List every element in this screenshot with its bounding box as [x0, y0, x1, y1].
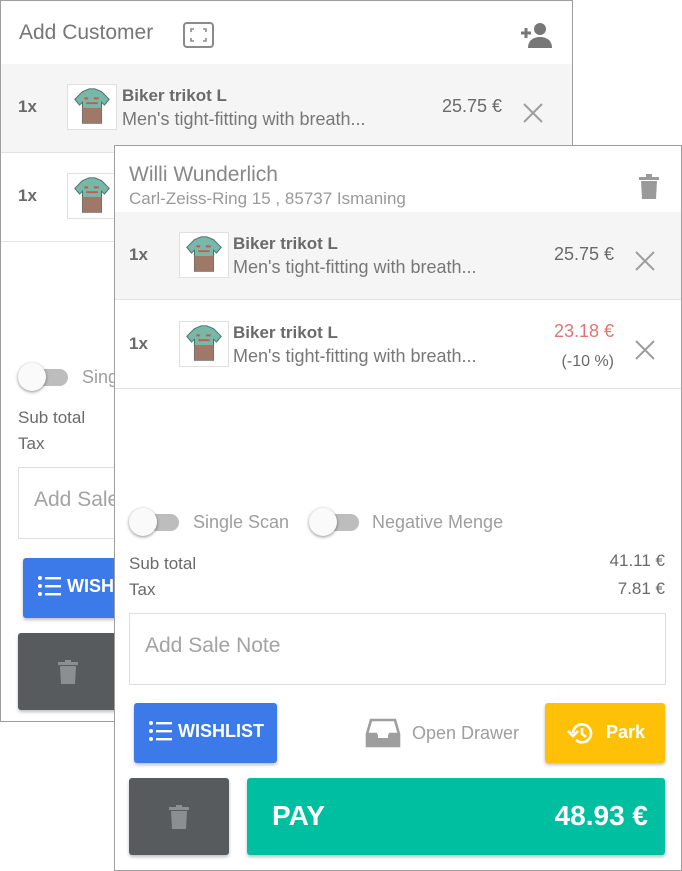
item-price: 25.75 €: [441, 96, 502, 116]
item-description: Men's tight-fitting with breath...: [233, 257, 477, 277]
pay-label: PAY: [272, 800, 325, 831]
item-quantity[interactable]: 1x: [18, 97, 37, 117]
item-description: Men's tight-fitting with breath...: [122, 109, 366, 129]
cart-item-row[interactable]: 1x Biker trikot L Men's tight-fitting wi…: [115, 212, 681, 300]
sale-note-placeholder: Add Sale: [34, 488, 120, 511]
discount-badge: (-10 %): [561, 353, 614, 370]
sale-note-placeholder: Add Sale Note: [145, 634, 281, 657]
subtotal-value: 41.11 €: [609, 551, 665, 570]
inbox-tray-icon: [365, 718, 401, 748]
cart-item-row[interactable]: 1x Biker trikot L Men's tight-fitting wi…: [115, 301, 681, 389]
close-icon[interactable]: [522, 102, 544, 124]
product-thumbnail: [67, 84, 117, 130]
subtotal-label: Sub total: [129, 554, 197, 573]
add-customer-title[interactable]: Add Customer: [19, 21, 153, 45]
tax-value: 7.81 €: [617, 579, 665, 598]
single-scan-toggle[interactable]: [129, 507, 181, 537]
open-drawer-label: Open Drawer: [412, 723, 520, 743]
expand-icon[interactable]: [183, 22, 214, 48]
close-icon[interactable]: [634, 250, 656, 272]
item-name: Biker trikot L: [233, 234, 338, 253]
item-price: 25.75 €: [553, 244, 614, 264]
add-person-icon[interactable]: [519, 21, 553, 54]
item-name: Biker trikot L: [122, 86, 227, 105]
open-drawer-button[interactable]: Open Drawer: [365, 718, 535, 748]
history-icon: [567, 723, 593, 744]
clear-cart-button[interactable]: [18, 633, 118, 710]
park-button[interactable]: Park: [545, 703, 665, 763]
subtotal-label: Sub total: [18, 408, 86, 427]
pay-button[interactable]: PAY 48.93 €: [247, 778, 665, 855]
product-thumbnail: [179, 232, 229, 278]
item-quantity[interactable]: 1x: [129, 245, 148, 265]
item-description: Men's tight-fitting with breath...: [233, 346, 477, 366]
negative-menge-toggle[interactable]: [309, 507, 361, 537]
item-quantity[interactable]: 1x: [129, 334, 148, 354]
cart-header: Add Customer: [1, 1, 572, 64]
wishlist-label: WISHLIST: [178, 721, 264, 741]
item-quantity[interactable]: 1x: [18, 186, 37, 206]
negative-menge-label: Negative Menge: [372, 512, 504, 532]
trash-icon[interactable]: [639, 174, 659, 204]
cart-item-row[interactable]: 1x Biker trikot L Men's tight-fitting wi…: [1, 64, 572, 153]
customer-name[interactable]: Willi Wunderlich: [129, 163, 278, 187]
single-scan-label: Single Scan: [193, 512, 290, 532]
product-thumbnail: [179, 321, 229, 367]
customer-address: Carl-Zeiss-Ring 15 , 85737 Ismaning: [129, 189, 406, 208]
park-label: Park: [606, 722, 646, 742]
trash-icon: [58, 659, 78, 684]
close-icon[interactable]: [634, 339, 656, 361]
front-cart-panel: Willi Wunderlich Carl-Zeiss-Ring 15 , 85…: [114, 145, 682, 871]
single-scan-toggle[interactable]: [18, 362, 70, 392]
item-name: Biker trikot L: [233, 323, 338, 342]
tax-label: Tax: [129, 580, 156, 599]
clear-cart-button[interactable]: [129, 778, 229, 855]
pay-amount: 48.93 €: [554, 800, 648, 831]
toggle-label: Sing: [82, 367, 119, 387]
list-icon: [149, 721, 172, 741]
tax-label: Tax: [18, 434, 45, 453]
wishlist-label: WISH: [67, 576, 114, 596]
product-thumbnail: [67, 173, 117, 219]
sale-note-input[interactable]: Add Sale Note: [129, 613, 666, 685]
discounted-price: 23.18 €: [553, 321, 614, 341]
list-icon: [38, 576, 61, 596]
trash-icon: [169, 804, 189, 829]
wishlist-button[interactable]: WISHLIST: [134, 703, 277, 763]
customer-header: Willi Wunderlich Carl-Zeiss-Ring 15 , 85…: [115, 146, 681, 212]
